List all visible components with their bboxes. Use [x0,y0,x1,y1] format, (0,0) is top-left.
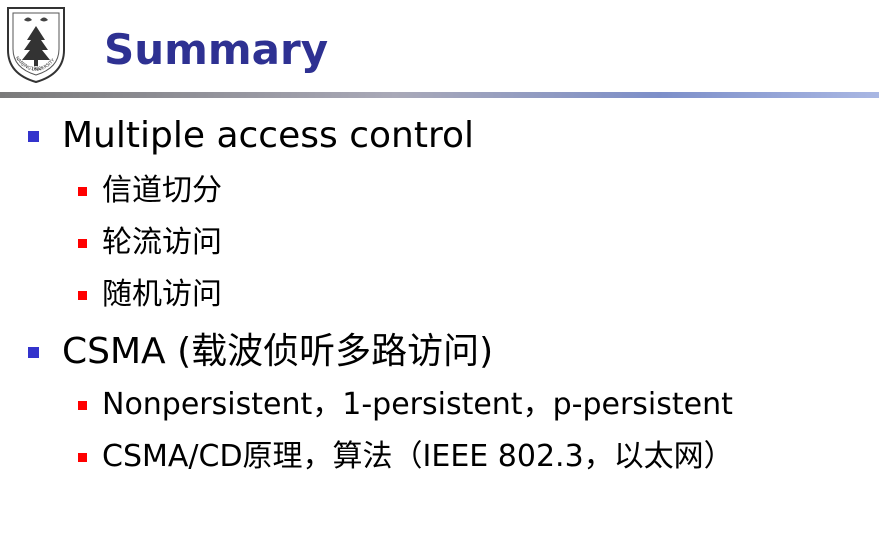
sub-bullet-persistence-modes: Nonpersistent，1-persistent，p-persistent [78,386,733,424]
red-square-bullet-icon [78,401,87,410]
bullet-multiple-access-control: Multiple access control [28,114,474,158]
sub-bullet-text: 随机访问 [102,277,222,312]
bullet-text: CSMA (载波侦听多路访问) [62,331,494,372]
bullet-text: Multiple access control [62,115,474,156]
university-logo-icon: 1902 NANJING UNIVERSITY [7,7,65,84]
red-square-bullet-icon [78,453,87,462]
sub-bullet-text: CSMA/CD原理，算法（IEEE 802.3，以太网） [102,439,734,474]
bullet-csma: CSMA (载波侦听多路访问) [28,330,493,374]
red-square-bullet-icon [78,187,87,196]
sub-bullet-text: Nonpersistent，1-persistent，p-persistent [102,387,733,422]
blue-square-bullet-icon [28,131,39,142]
red-square-bullet-icon [78,291,87,300]
sub-bullet-channel-partitioning: 信道切分 [78,172,222,210]
sub-bullet-taking-turns: 轮流访问 [78,224,222,262]
sub-bullet-text: 信道切分 [102,173,222,208]
title-divider [0,92,879,98]
sub-bullet-random-access: 随机访问 [78,276,222,314]
sub-bullet-csma-cd: CSMA/CD原理，算法（IEEE 802.3，以太网） [78,438,734,476]
slide-title: Summary [104,25,329,74]
blue-square-bullet-icon [28,347,39,358]
sub-bullet-text: 轮流访问 [102,225,222,260]
red-square-bullet-icon [78,239,87,248]
